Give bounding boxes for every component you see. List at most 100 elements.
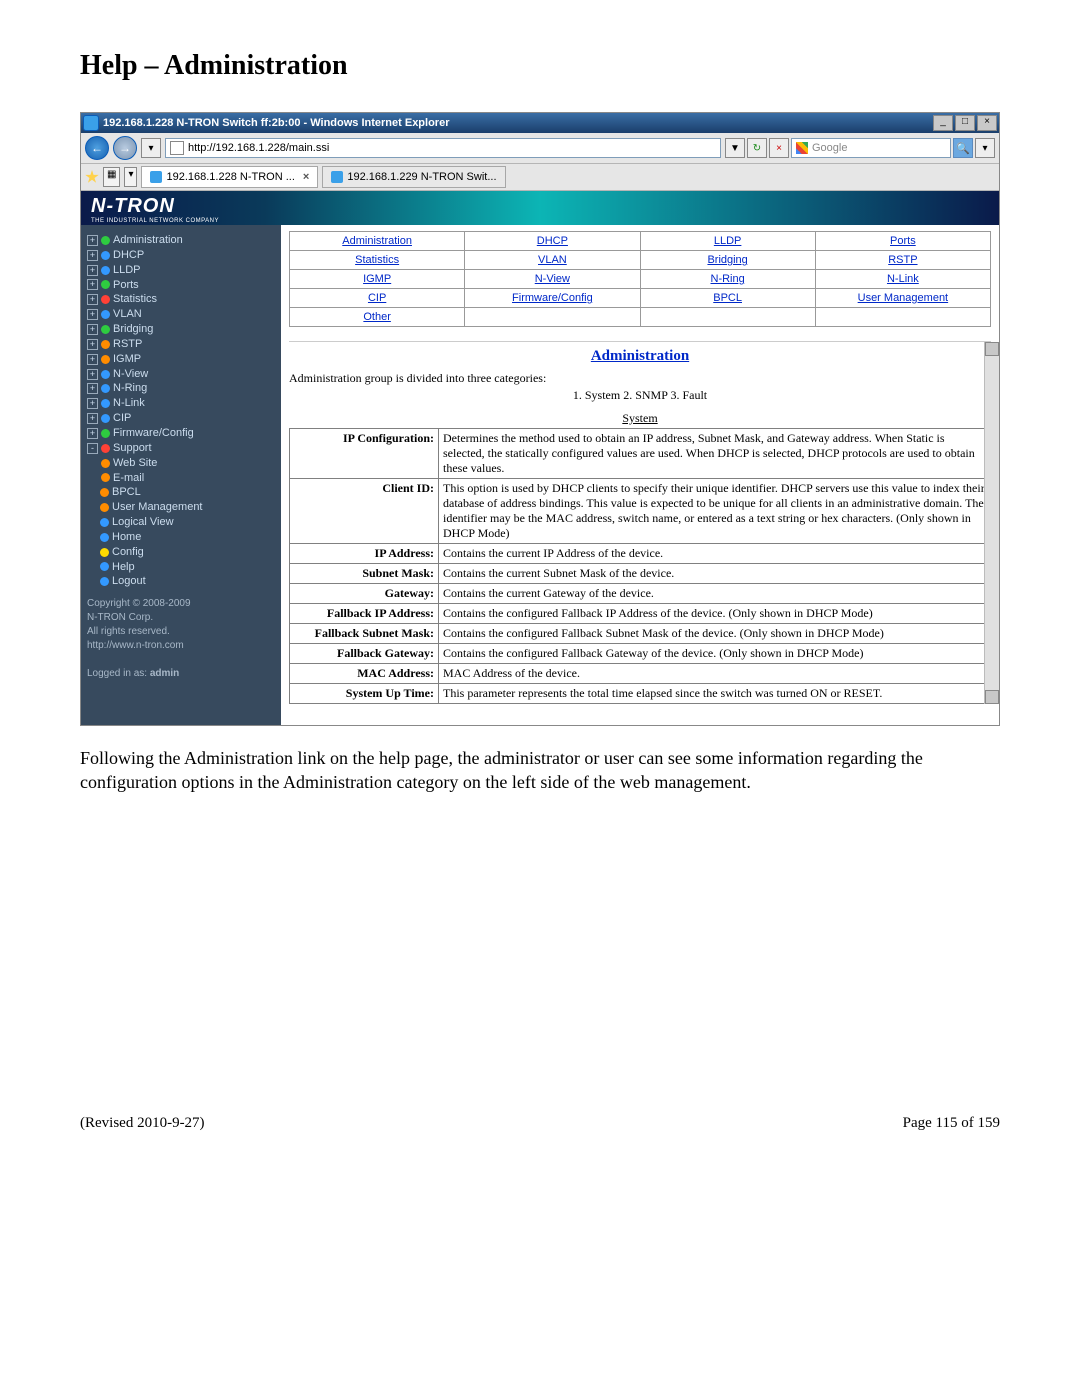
help-link-bridging[interactable]: Bridging: [707, 254, 747, 266]
sidebar-item-website[interactable]: Web Site: [87, 456, 277, 471]
sidebar-item-usermgmt[interactable]: User Management: [87, 500, 277, 515]
browser-tab-active[interactable]: 192.168.1.228 N-TRON ... ×: [141, 166, 318, 188]
help-link-usermgmt[interactable]: User Management: [858, 292, 949, 304]
window-maximize-button[interactable]: □: [955, 115, 975, 131]
help-link-firmware[interactable]: Firmware/Config: [512, 292, 593, 304]
bullet-icon: [101, 414, 110, 423]
sidebar-item-nring[interactable]: + N-Ring: [87, 381, 277, 396]
help-link-other[interactable]: Other: [363, 311, 391, 323]
sidebar-item-help[interactable]: Help: [87, 560, 277, 575]
company-website[interactable]: http://www.n-tron.com: [87, 639, 277, 653]
sidebar-item-logout[interactable]: Logout: [87, 574, 277, 589]
tab-close-icon[interactable]: ×: [303, 171, 309, 183]
stop-button[interactable]: ×: [769, 138, 789, 158]
tabs-dropdown[interactable]: ▾: [124, 167, 137, 187]
help-link-nlink[interactable]: N-Link: [887, 273, 919, 285]
sidebar-item-igmp[interactable]: +IGMP: [87, 352, 277, 367]
bullet-icon: [101, 444, 110, 453]
favorites-icon[interactable]: [85, 170, 99, 184]
bullet-icon: [101, 459, 110, 468]
expand-icon[interactable]: +: [87, 250, 98, 261]
window-close-button[interactable]: ×: [977, 115, 997, 131]
sidebar-item-label: N-View: [113, 367, 148, 382]
help-link-nview[interactable]: N-View: [535, 273, 570, 285]
help-link-rstp[interactable]: RSTP: [888, 254, 917, 266]
sidebar-item-config[interactable]: Config: [87, 545, 277, 560]
forward-button[interactable]: →: [113, 136, 137, 160]
sidebar-item-ports[interactable]: +Ports: [87, 278, 277, 293]
sidebar-item-vlan[interactable]: +VLAN: [87, 307, 277, 322]
row-key: System Up Time:: [290, 684, 439, 704]
help-link-vlan[interactable]: VLAN: [538, 254, 567, 266]
body-paragraph: Following the Administration link on the…: [80, 746, 1000, 795]
sidebar-item-support[interactable]: -Support: [87, 441, 277, 456]
sidebar-item-nlink[interactable]: +N-Link: [87, 396, 277, 411]
sidebar-item-firmware[interactable]: +Firmware/Config: [87, 426, 277, 441]
sidebar-item-label: Logical View: [112, 515, 174, 530]
address-bar[interactable]: http://192.168.1.228/main.ssi: [165, 138, 721, 158]
expand-icon[interactable]: +: [87, 383, 98, 394]
sidebar-item-statistics[interactable]: +Statistics: [87, 292, 277, 307]
empty-cell: [815, 308, 990, 327]
expand-icon[interactable]: +: [87, 413, 98, 424]
sidebar-item-label: N-Ring: [113, 381, 147, 396]
sidebar-item-bpcl[interactable]: BPCL: [87, 485, 277, 500]
expand-icon[interactable]: +: [87, 294, 98, 305]
sidebar-item-label: Logout: [112, 574, 146, 589]
expand-icon[interactable]: +: [87, 428, 98, 439]
quick-tabs-button[interactable]: ▦: [103, 167, 120, 187]
search-placeholder: Google: [812, 142, 847, 154]
sidebar-item-logicalview[interactable]: Logical View: [87, 515, 277, 530]
expand-icon[interactable]: +: [87, 398, 98, 409]
sidebar-item-lldp[interactable]: +LLDP: [87, 263, 277, 278]
sidebar-item-home[interactable]: Home: [87, 530, 277, 545]
history-dropdown[interactable]: ▾: [141, 138, 161, 158]
expand-icon[interactable]: +: [87, 354, 98, 365]
bullet-icon: [101, 473, 110, 482]
sidebar-item-dhcp[interactable]: +DHCP: [87, 248, 277, 263]
help-link-bpcl[interactable]: BPCL: [713, 292, 742, 304]
sidebar-item-bridging[interactable]: +Bridging: [87, 322, 277, 337]
sidebar-item-email[interactable]: E-mail: [87, 471, 277, 486]
back-button[interactable]: ←: [85, 136, 109, 160]
search-dropdown[interactable]: ▾: [975, 138, 995, 158]
expand-icon[interactable]: +: [87, 339, 98, 350]
row-key: Gateway:: [290, 584, 439, 604]
expand-icon[interactable]: +: [87, 279, 98, 290]
help-link-ports[interactable]: Ports: [890, 235, 916, 247]
search-box[interactable]: Google: [791, 138, 951, 158]
help-link-nring[interactable]: N-Ring: [711, 273, 745, 285]
help-link-cip[interactable]: CIP: [368, 292, 386, 304]
expand-icon[interactable]: +: [87, 265, 98, 276]
bullet-icon: [101, 266, 110, 275]
logo-subtitle: THE INDUSTRIAL NETWORK COMPANY: [91, 218, 989, 224]
sidebar-footer: Copyright © 2008-2009 N-TRON Corp. All r…: [87, 597, 277, 681]
expand-icon[interactable]: +: [87, 235, 98, 246]
help-link-lldp[interactable]: LLDP: [714, 235, 742, 247]
tab-label: 192.168.1.228 N-TRON ...: [166, 171, 294, 183]
sidebar-item-label: CIP: [113, 411, 131, 426]
sidebar-item-cip[interactable]: + CIP: [87, 411, 277, 426]
expand-icon[interactable]: +: [87, 369, 98, 380]
nav-toolbar: ← → ▾ http://192.168.1.228/main.ssi ▼ ↻ …: [81, 133, 999, 164]
window-minimize-button[interactable]: _: [933, 115, 953, 131]
help-link-igmp[interactable]: IGMP: [363, 273, 391, 285]
browser-tab-inactive[interactable]: 192.168.1.229 N-TRON Swit...: [322, 166, 505, 188]
vertical-scrollbar[interactable]: [984, 342, 999, 704]
help-link-statistics[interactable]: Statistics: [355, 254, 399, 266]
help-index-table: Administration DHCP LLDP Ports Statistic…: [289, 231, 991, 327]
help-link-administration[interactable]: Administration: [342, 235, 412, 247]
address-dropdown[interactable]: ▼: [725, 138, 745, 158]
refresh-button[interactable]: ↻: [747, 138, 767, 158]
system-description-table: IP Configuration:Determines the method u…: [289, 428, 991, 704]
help-link-dhcp[interactable]: DHCP: [537, 235, 568, 247]
sidebar-item-nview[interactable]: + N-View: [87, 367, 277, 382]
bullet-icon: [101, 280, 110, 289]
sidebar-item-administration[interactable]: +Administration: [87, 233, 277, 248]
expand-icon[interactable]: +: [87, 324, 98, 335]
sidebar-item-rstp[interactable]: +RSTP: [87, 337, 277, 352]
search-button[interactable]: 🔍: [953, 138, 973, 158]
bullet-icon: [100, 503, 109, 512]
collapse-icon[interactable]: -: [87, 443, 98, 454]
expand-icon[interactable]: +: [87, 309, 98, 320]
